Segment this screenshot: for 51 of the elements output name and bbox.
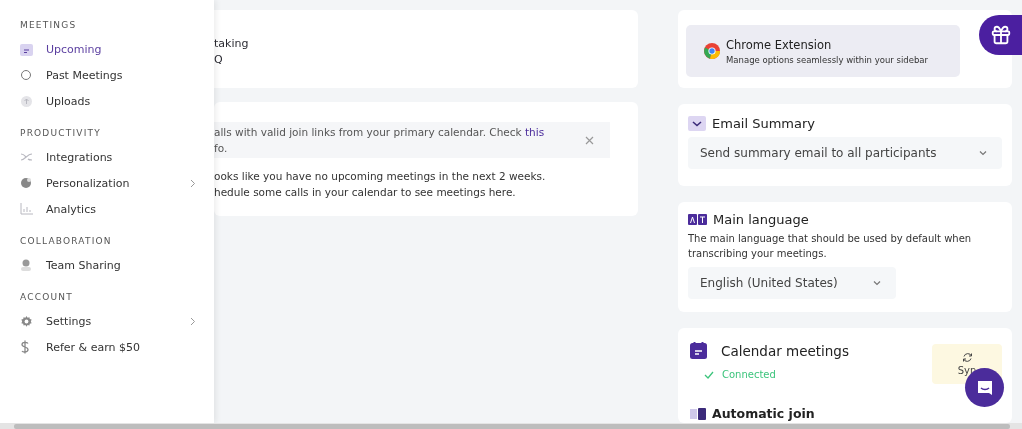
- card-title: Email Summary: [712, 116, 816, 131]
- dollar-icon: [20, 340, 30, 354]
- sidebar-item[interactable]: Team Sharing: [20, 252, 196, 278]
- chart-icon: [20, 203, 33, 215]
- section-heading: COLLABORATION: [20, 236, 113, 246]
- card-title: Automatic join: [712, 406, 815, 421]
- email-summary-dropdown[interactable]: Send summary email to all participants: [688, 137, 1002, 169]
- status-text: Connected: [722, 369, 776, 380]
- caret-icon: [872, 278, 882, 288]
- this-link[interactable]: this: [524, 126, 545, 138]
- gift-icon: [989, 24, 1012, 46]
- card-title: Calendar meetings: [721, 342, 849, 359]
- sidebar-item[interactable]: Integrations: [20, 144, 196, 170]
- calendar-icon: [690, 342, 707, 359]
- shuffle-icon: [20, 152, 34, 162]
- language-dropdown[interactable]: English (United States): [688, 267, 896, 299]
- chevron-icon: [688, 116, 706, 131]
- extension-subtitle: Manage options seamlessly within your sidebar: [726, 54, 928, 65]
- upload-icon: [20, 94, 33, 108]
- chrome-logo-icon: [704, 43, 720, 59]
- sidebar-item[interactable]: Analytics: [20, 196, 196, 222]
- settings-icon: [20, 314, 33, 328]
- horizontal-scrollbar[interactable]: [0, 423, 1022, 429]
- section-heading: PRODUCTIVITY: [20, 128, 102, 138]
- empty-message: ooks like you have no upcoming meetings in the next 2 weeks. hedule some calls in your calendar to see meetings here.: [214, 169, 547, 200]
- refresh-icon: [961, 352, 973, 363]
- calendar-icon: [20, 42, 33, 56]
- caret-icon: [978, 148, 988, 158]
- language-description: The main language that should be used by default when transcribing your meetings.: [688, 232, 973, 261]
- sidebar-item[interactable]: Upcoming: [20, 36, 196, 62]
- circle-icon: [20, 69, 32, 81]
- sidebar-item[interactable]: Personalization: [20, 170, 196, 196]
- notice-text: alls with valid join links from your primary calendar. Check this fo.: [214, 125, 545, 156]
- gift-button[interactable]: [979, 15, 1022, 55]
- person-icon: [20, 259, 32, 271]
- check-icon: [704, 370, 714, 379]
- card-title: Main language: [713, 212, 809, 227]
- translate-icon: [688, 214, 707, 225]
- banner-text: Q: [214, 52, 223, 68]
- sidebar-item[interactable]: Past Meetings: [20, 62, 196, 88]
- sidebar-item[interactable]: Uploads: [20, 88, 196, 114]
- sidebar-item[interactable]: Settings: [20, 308, 196, 334]
- close-icon[interactable]: [585, 135, 594, 145]
- section-heading: ACCOUNT: [20, 292, 74, 302]
- sidebar-item[interactable]: Refer & earn $50: [20, 334, 196, 360]
- banner-text: taking: [214, 36, 249, 52]
- extension-title: Chrome Extension: [726, 37, 833, 52]
- section-heading: MEETINGS: [20, 20, 78, 30]
- chat-icon: [975, 378, 994, 397]
- chrome-extension-banner[interactable]: Chrome Extension Manage options seamlessly within your sidebar: [686, 25, 960, 77]
- palette-icon: [20, 177, 32, 189]
